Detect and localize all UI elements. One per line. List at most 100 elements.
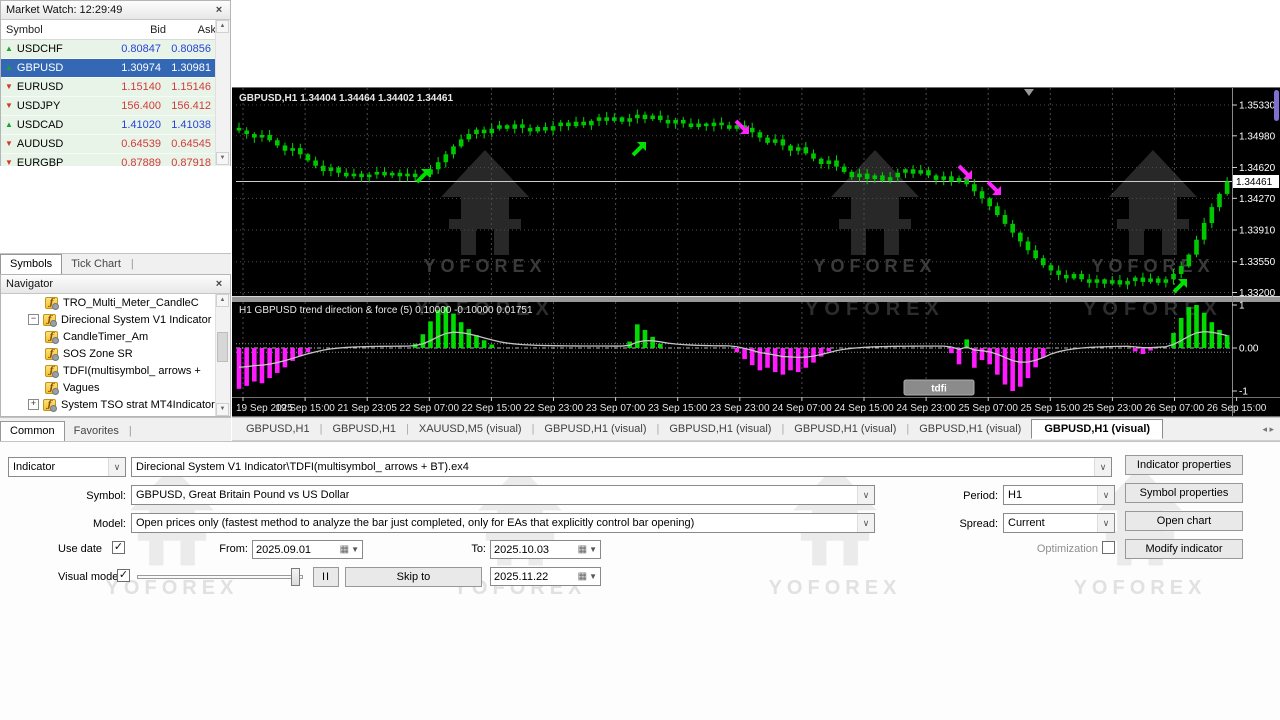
navigator-item[interactable]: ƒSOS Zone SR — [1, 345, 230, 362]
chart-tab-2[interactable]: XAUUSD,M5 (visual) — [409, 420, 532, 438]
navigator-item[interactable]: ƒTRO_Multi_Meter_CandleC — [1, 294, 230, 311]
skip-to-date-field[interactable]: 2025.11.22 ▦▼ — [490, 567, 601, 586]
modify-indicator-button[interactable]: Modify indicator — [1125, 539, 1243, 559]
calendar-icon[interactable]: ▦ — [578, 544, 587, 555]
chart-tab-4[interactable]: GBPUSD,H1 (visual) — [659, 420, 781, 438]
visual-speed-slider-handle[interactable] — [291, 568, 300, 586]
scroll-up-icon[interactable]: ▲ — [216, 294, 229, 307]
chart-tab-6[interactable]: GBPUSD,H1 (visual) — [909, 420, 1031, 438]
calendar-icon[interactable]: ▦ — [340, 544, 349, 555]
arrow-down-icon: ▼ — [5, 102, 13, 110]
svg-text:25 Sep 23:00: 25 Sep 23:00 — [1083, 403, 1143, 414]
close-icon[interactable]: × — [213, 278, 225, 290]
scroll-down-icon[interactable]: ▼ — [216, 152, 229, 165]
window-scrollbar-thumb[interactable] — [1274, 90, 1279, 121]
chart-tab-7[interactable]: GBPUSD,H1 (visual) — [1031, 419, 1163, 439]
tester-type-select[interactable]: Indicator ∨ — [8, 457, 126, 477]
visual-speed-slider-track[interactable] — [137, 575, 303, 579]
tab-separator: | — [128, 422, 133, 441]
scroll-thumb[interactable] — [217, 332, 228, 362]
ask-value: 0.64545 — [161, 138, 211, 150]
chart-tab-0[interactable]: GBPUSD,H1 — [236, 420, 320, 438]
navigator-item[interactable]: ƒCandleTimer_Am — [1, 328, 230, 345]
navigator-scrollbar[interactable]: ▲ ▼ — [215, 294, 230, 416]
column-symbol[interactable]: Symbol — [1, 24, 110, 36]
svg-text:1.33200: 1.33200 — [1239, 288, 1276, 299]
navigator-item-label: TRO_Multi_Meter_CandleC — [63, 297, 199, 309]
scroll-down-icon[interactable]: ▼ — [216, 403, 229, 416]
open-chart-button[interactable]: Open chart — [1125, 511, 1243, 531]
skip-to-button[interactable]: Skip to — [345, 567, 482, 587]
market-watch-row[interactable]: ▼AUDUSD0.645390.64545 — [1, 135, 230, 154]
market-watch-row[interactable]: ▼USDJPY156.400156.412 — [1, 97, 230, 116]
model-select[interactable]: Open prices only (fastest method to anal… — [131, 513, 875, 533]
skip-to-date-value: 2025.11.22 — [494, 571, 548, 583]
market-watch-header[interactable]: Market Watch: 12:29:49 × — [1, 1, 230, 20]
chart-tab-1[interactable]: GBPUSD,H1 — [322, 420, 406, 438]
navigator-item[interactable]: +ƒSystem TSO strat MT4Indicator: — [1, 396, 230, 413]
symbol-name: EURUSD — [17, 81, 63, 93]
svg-text:0.00: 0.00 — [1239, 344, 1259, 355]
tab-scroll-right-icon[interactable]: ▸ — [1269, 424, 1274, 434]
chart-canvas[interactable]: YOFOREXYOFOREXYOFOREXYOFOREXYOFOREXYOFOR… — [232, 87, 1280, 417]
navigator-header[interactable]: Navigator × — [1, 275, 230, 294]
navigator-panel: Navigator × ƒTRO_Multi_Meter_CandleC−ƒDi… — [0, 274, 231, 417]
use-date-label: Use date — [58, 543, 102, 555]
tester-indicator-path-select[interactable]: Direcional System V1 Indicator\TDFI(mult… — [131, 457, 1112, 477]
market-watch-row[interactable]: ▼EURUSD1.151401.15146 — [1, 78, 230, 97]
calendar-icon[interactable]: ▦ — [578, 571, 587, 582]
svg-text:22 Sep 15:00: 22 Sep 15:00 — [462, 403, 522, 414]
navigator-item[interactable]: −ƒDirecional System V1 Indicator — [1, 311, 230, 328]
navigator-item[interactable]: ƒTDFI(multisymbol_ arrows + — [1, 362, 230, 379]
visual-mode-checkbox[interactable]: ✓ — [117, 569, 130, 582]
tab-separator: | — [130, 255, 135, 274]
chart-tabbar: GBPUSD,H1|GBPUSD,H1|XAUUSD,M5 (visual)|G… — [232, 417, 1280, 441]
svg-text:23 Sep 23:00: 23 Sep 23:00 — [710, 403, 770, 414]
market-watch-row[interactable]: ▲USDCHF0.808470.80856 — [1, 40, 230, 59]
chevron-down-icon[interactable]: ▼ — [351, 545, 359, 554]
tab-common[interactable]: Common — [0, 421, 65, 442]
tab-symbols[interactable]: Symbols — [0, 254, 62, 275]
market-watch-row[interactable]: ▼EURGBP0.878890.87918 — [1, 154, 230, 166]
use-date-checkbox[interactable]: ✓ — [112, 541, 125, 554]
strategy-tester-panel: YOFOREXYOFOREXYOFOREXYOFOREX Indicator ∨… — [0, 441, 1280, 720]
chevron-down-icon: ∨ — [857, 514, 874, 532]
tester-type-value: Indicator — [13, 461, 55, 473]
chart-tab-5[interactable]: GBPUSD,H1 (visual) — [784, 420, 906, 438]
symbol-name: GBPUSD — [17, 62, 63, 74]
market-watch-scrollbar[interactable]: ▲ ▼ — [215, 20, 230, 165]
tab-favorites[interactable]: Favorites — [65, 422, 128, 441]
column-ask[interactable]: Ask — [166, 24, 216, 36]
pause-button[interactable]: II — [313, 567, 339, 587]
expand-icon[interactable]: + — [28, 399, 39, 410]
close-icon[interactable]: × — [213, 4, 225, 16]
tdfi-indicator-button[interactable]: tdfi — [904, 380, 974, 395]
column-bid[interactable]: Bid — [110, 24, 166, 36]
symbol-select[interactable]: GBPUSD, Great Britain Pound vs US Dollar… — [131, 485, 875, 505]
indicator-properties-button[interactable]: Indicator properties — [1125, 455, 1243, 475]
chevron-down-icon: ∨ — [1094, 458, 1111, 476]
svg-text:1.34980: 1.34980 — [1239, 131, 1276, 142]
symbol-properties-button[interactable]: Symbol properties — [1125, 483, 1243, 503]
chart-tab-3[interactable]: GBPUSD,H1 (visual) — [534, 420, 656, 438]
spread-select[interactable]: Current ∨ — [1003, 513, 1115, 533]
scroll-up-icon[interactable]: ▲ — [216, 20, 229, 33]
optimization-checkbox[interactable] — [1102, 541, 1115, 554]
period-select[interactable]: H1 ∨ — [1003, 485, 1115, 505]
chevron-down-icon[interactable]: ▼ — [589, 545, 597, 554]
from-date-field[interactable]: 2025.09.01 ▦▼ — [252, 540, 363, 559]
to-date-field[interactable]: 2025.10.03 ▦▼ — [490, 540, 601, 559]
ask-value: 1.41038 — [161, 119, 211, 131]
navigator-item-label: Vagues — [63, 382, 100, 394]
market-watch-row[interactable]: ▲GBPUSD1.309741.30981 — [1, 59, 230, 78]
arrow-up-icon: ▲ — [5, 121, 13, 129]
market-watch-row[interactable]: ▲USDCAD1.410201.41038 — [1, 116, 230, 135]
navigator-item[interactable]: ƒVagues — [1, 379, 230, 396]
chevron-down-icon[interactable]: ▼ — [589, 572, 597, 581]
bid-value: 0.80847 — [105, 43, 161, 55]
navigator-item-label: SOS Zone SR — [63, 348, 133, 360]
collapse-icon[interactable]: − — [28, 314, 39, 325]
mt4-application-window: Market Watch: 12:29:49 × Symbol Bid Ask … — [0, 0, 1280, 720]
indicator-fx-icon: ƒ — [45, 331, 58, 343]
tab-tick-chart[interactable]: Tick Chart — [62, 255, 130, 274]
